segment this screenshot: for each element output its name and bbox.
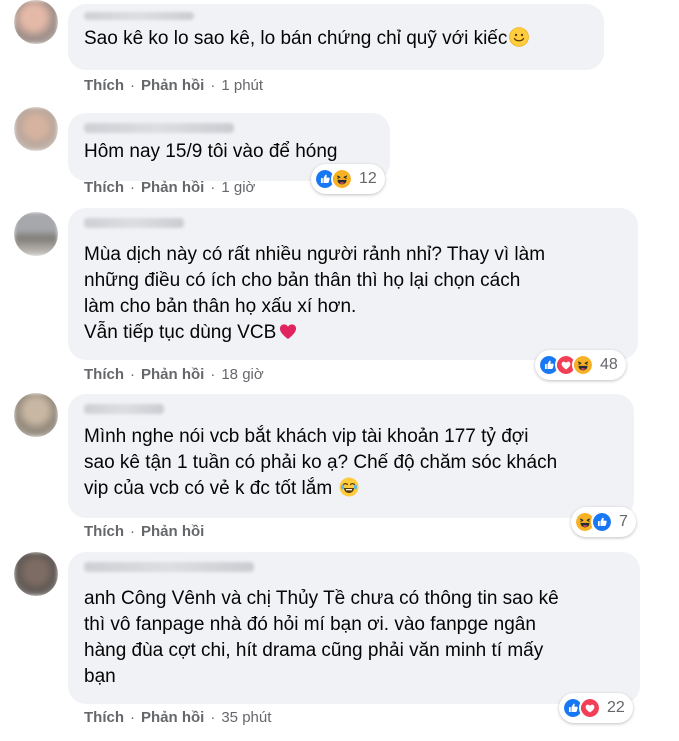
comment-time[interactable]: 18 giờ (221, 366, 263, 383)
like-button[interactable]: Thích (84, 523, 124, 540)
separator: · (210, 366, 216, 383)
reaction-count: 48 (600, 356, 618, 373)
reply-button[interactable]: Phản hồi (141, 366, 204, 383)
comment-text: Mình nghe nói vcb bắt khách vip tài khoả… (84, 426, 558, 499)
reaction-count: 7 (619, 513, 628, 530)
like-button[interactable]: Thích (84, 366, 124, 383)
separator: · (130, 179, 135, 196)
reply-button[interactable]: Phản hồi (141, 523, 204, 540)
love-reaction-icon (579, 697, 601, 719)
author-name[interactable] (84, 404, 164, 414)
separator: · (210, 77, 216, 94)
comment-text: Hôm nay 15/9 tôi vào để hóng (84, 141, 338, 162)
like-button[interactable]: Thích (84, 709, 124, 726)
red-heart-emoji-icon (278, 321, 298, 341)
author-name[interactable] (84, 123, 234, 133)
separator: · (130, 366, 135, 383)
reaction-count: 12 (359, 170, 377, 187)
avatar[interactable] (14, 107, 58, 151)
avatar[interactable] (14, 552, 58, 596)
haha-reaction-icon (572, 354, 594, 376)
author-name[interactable] (84, 562, 254, 572)
author-name[interactable] (84, 12, 194, 20)
separator: · (130, 523, 135, 540)
comment-actions: Thích · Phản hồi · 18 giờ (84, 366, 264, 383)
reactions-summary[interactable]: 7 (571, 507, 636, 537)
avatar[interactable] (14, 393, 58, 437)
reply-button[interactable]: Phản hồi (141, 77, 204, 94)
joy-emoji-icon (339, 477, 359, 497)
comment-time[interactable]: 1 giờ (221, 179, 255, 196)
comment-actions: Thích · Phản hồi (84, 523, 204, 540)
comment-text: Sao kê ko lo sao kê, lo bán chứng chỉ qu… (84, 26, 588, 52)
like-reaction-icon (591, 511, 613, 533)
comment-bubble: anh Công Vênh và chị Thủy Tề chưa có thô… (68, 552, 640, 704)
comment-bubble: Mùa dịch này có rất nhiều người rảnh nhỉ… (68, 208, 638, 360)
comment-time[interactable]: 1 phút (221, 77, 263, 94)
reaction-count: 22 (607, 699, 625, 716)
reactions-summary[interactable]: 22 (559, 693, 633, 723)
comment-text: Mùa dịch này có rất nhiều người rảnh nhỉ… (84, 244, 546, 343)
smile-emoji-icon (509, 27, 529, 47)
comment-actions: Thích · Phản hồi · 1 phút (84, 77, 263, 94)
haha-reaction-icon (331, 168, 353, 190)
comment-bubble: Sao kê ko lo sao kê, lo bán chứng chỉ qu… (68, 4, 604, 70)
author-name[interactable] (84, 218, 184, 228)
like-button[interactable]: Thích (84, 77, 124, 94)
avatar[interactable] (14, 0, 58, 44)
comment-actions: Thích · Phản hồi · 1 giờ (84, 179, 255, 196)
reply-button[interactable]: Phản hồi (141, 179, 204, 196)
reply-button[interactable]: Phản hồi (141, 709, 204, 726)
reactions-summary[interactable]: 48 (535, 350, 626, 380)
separator: · (130, 709, 135, 726)
comment-time[interactable]: 35 phút (221, 709, 271, 726)
like-button[interactable]: Thích (84, 179, 124, 196)
comment-bubble: Mình nghe nói vcb bắt khách vip tài khoả… (68, 394, 634, 518)
separator: · (210, 709, 216, 726)
reactions-summary[interactable]: 12 (311, 164, 385, 194)
separator: · (210, 179, 216, 196)
avatar[interactable] (14, 212, 58, 256)
comment-actions: Thích · Phản hồi · 35 phút (84, 709, 271, 726)
separator: · (130, 77, 135, 94)
comment-text: anh Công Vênh và chị Thủy Tề chưa có thô… (84, 588, 559, 687)
